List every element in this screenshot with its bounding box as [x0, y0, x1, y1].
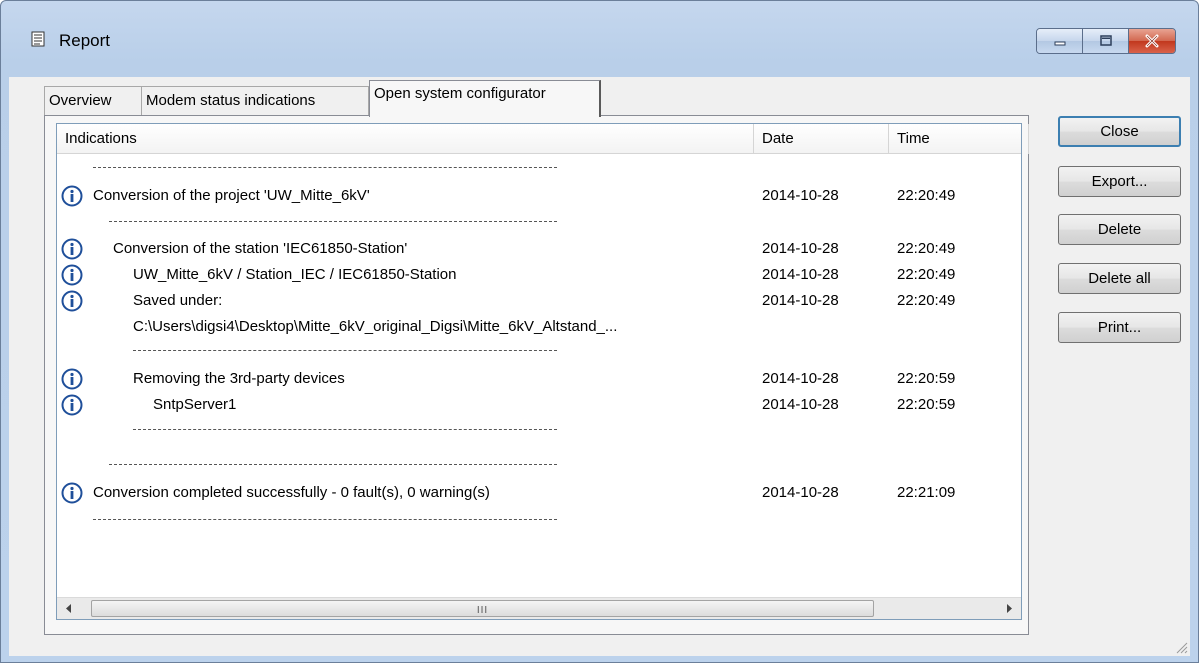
list-item[interactable]: Saved under: 2014-10-28 22:20:49 [57, 288, 1021, 314]
column-header-time[interactable]: Time [889, 124, 1029, 154]
list-header: Indications Date Time [57, 124, 1029, 154]
caption-buttons [1036, 28, 1176, 54]
date-cell: 2014-10-28 [762, 292, 839, 309]
time-cell: 22:20:49 [897, 240, 956, 257]
scroll-left-icon[interactable] [59, 598, 79, 619]
info-icon [61, 264, 83, 286]
separator-line [109, 221, 557, 222]
window-close-button[interactable] [1129, 29, 1175, 53]
close-icon [1145, 34, 1159, 48]
maximize-button[interactable] [1083, 29, 1129, 53]
scrollbar-thumb[interactable]: III [91, 600, 874, 617]
separator-line [93, 167, 557, 168]
indication-text: SntpServer1 [153, 396, 237, 413]
minimize-icon [1054, 41, 1065, 46]
column-header-indications[interactable]: Indications [57, 124, 754, 154]
indication-text: Conversion completed successfully - 0 fa… [93, 484, 490, 501]
report-icon [31, 31, 45, 47]
resize-grip-icon[interactable] [1174, 640, 1188, 654]
info-icon [61, 290, 83, 312]
tab-open-system-configurator[interactable]: Open system configurator [369, 80, 601, 117]
title-bar[interactable]: Report [1, 1, 1198, 77]
close-button[interactable]: Close [1058, 116, 1181, 147]
list-item[interactable]: SntpServer1 2014-10-28 22:20:59 [57, 392, 1021, 418]
date-cell: 2014-10-28 [762, 240, 839, 257]
tab-modem-status-indications[interactable]: Modem status indications [141, 86, 369, 116]
separator-line [133, 429, 557, 430]
indication-text: Conversion of the station 'IEC61850-Stat… [113, 240, 408, 257]
indication-text: Conversion of the project 'UW_Mitte_6kV' [93, 187, 370, 204]
info-icon [61, 238, 83, 260]
date-cell: 2014-10-28 [762, 396, 839, 413]
client-area: Overview Modem status indications Open s… [9, 77, 1190, 656]
report-window: Report Overview Modem status indications… [0, 0, 1199, 663]
time-cell: 22:20:59 [897, 396, 956, 413]
minimize-button[interactable] [1037, 29, 1083, 53]
list-item[interactable]: UW_Mitte_6kV / Station_IEC / IEC61850-St… [57, 262, 1021, 288]
info-icon [61, 368, 83, 390]
date-cell: 2014-10-28 [762, 266, 839, 283]
time-cell: 22:20:59 [897, 370, 956, 387]
date-cell: 2014-10-28 [762, 187, 839, 204]
indication-text: C:\Users\digsi4\Desktop\Mitte_6kV_origin… [133, 318, 618, 335]
export-button[interactable]: Export... [1058, 166, 1181, 197]
separator-line [93, 519, 557, 520]
list-item[interactable]: Conversion of the project 'UW_Mitte_6kV'… [57, 183, 1021, 209]
list-item[interactable]: Conversion completed successfully - 0 fa… [57, 480, 1021, 506]
date-cell: 2014-10-28 [762, 370, 839, 387]
info-icon [61, 185, 83, 207]
info-icon [61, 482, 83, 504]
column-header-date[interactable]: Date [754, 124, 889, 154]
print-button[interactable]: Print... [1058, 312, 1181, 343]
time-cell: 22:20:49 [897, 266, 956, 283]
horizontal-scrollbar[interactable]: III [57, 597, 1021, 619]
info-icon [61, 394, 83, 416]
list-item[interactable]: Removing the 3rd-party devices 2014-10-2… [57, 366, 1021, 392]
delete-all-button[interactable]: Delete all [1058, 263, 1181, 294]
list-body: Conversion of the project 'UW_Mitte_6kV'… [57, 154, 1021, 597]
time-cell: 22:21:09 [897, 484, 956, 501]
scroll-right-icon[interactable] [999, 598, 1019, 619]
separator-line [109, 464, 557, 465]
indications-list[interactable]: Indications Date Time Conversion of the … [56, 123, 1029, 620]
delete-button[interactable]: Delete [1058, 214, 1181, 245]
tab-overview[interactable]: Overview [44, 86, 142, 116]
list-item[interactable]: Conversion of the station 'IEC61850-Stat… [57, 236, 1021, 262]
indication-text: Removing the 3rd-party devices [133, 370, 345, 387]
list-item[interactable]: C:\Users\digsi4\Desktop\Mitte_6kV_origin… [57, 314, 1021, 340]
date-cell: 2014-10-28 [762, 484, 839, 501]
time-cell: 22:20:49 [897, 187, 956, 204]
window-title: Report [59, 31, 111, 50]
indication-text: Saved under: [133, 292, 223, 309]
maximize-icon [1099, 35, 1112, 46]
scrollbar-grip: III [476, 605, 489, 616]
time-cell: 22:20:49 [897, 292, 956, 309]
separator-line [133, 350, 557, 351]
tab-panel: Indications Date Time Conversion of the … [44, 115, 1029, 635]
indication-text: UW_Mitte_6kV / Station_IEC / IEC61850-St… [133, 266, 457, 283]
